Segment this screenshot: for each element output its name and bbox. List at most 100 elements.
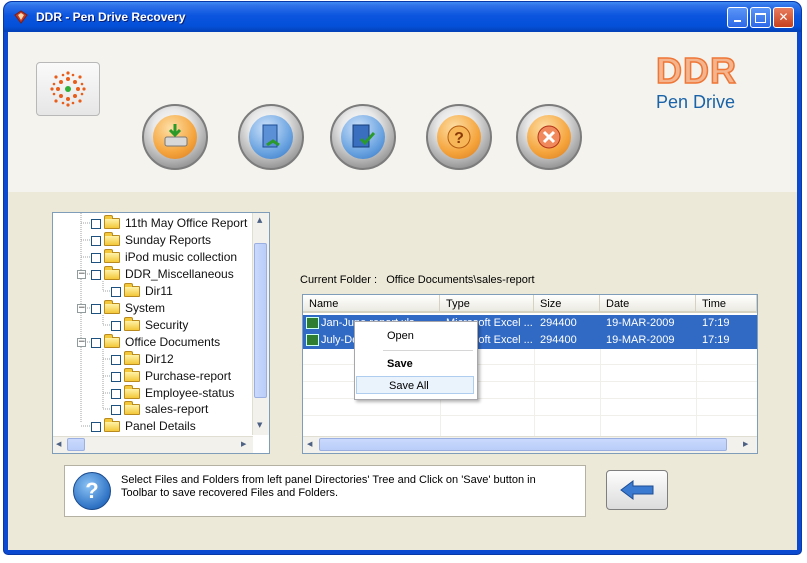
tree-item-label: sales-report	[145, 402, 209, 416]
open-door-icon	[262, 124, 280, 148]
scroll-left-icon[interactable]: ◀	[307, 440, 312, 448]
checkbox[interactable]	[91, 421, 101, 432]
tree-vertical-scrollbar[interactable]: ▲ ▼	[252, 213, 269, 435]
column-header-time[interactable]: Time	[696, 295, 757, 313]
menu-separator	[383, 350, 473, 351]
brand-name: DDR	[655, 50, 737, 91]
tree-item[interactable]: Security	[111, 317, 188, 334]
checkbox[interactable]	[111, 354, 121, 365]
column-header-date[interactable]: Date	[600, 295, 696, 313]
tree-item[interactable]: iPod music collection	[91, 249, 237, 266]
folder-icon	[124, 317, 140, 332]
folder-icon	[104, 215, 120, 230]
open-folder-icon	[124, 401, 140, 416]
column-header-type[interactable]: Type	[440, 295, 534, 313]
folder-icon	[104, 249, 120, 264]
tree-item-selected[interactable]: sales-report	[111, 401, 208, 418]
close-icon: ✕	[778, 10, 789, 24]
directory-tree[interactable]: − − − 11th May Office Report Sunday Repo…	[52, 212, 270, 454]
scroll-left-icon[interactable]: ◀	[56, 440, 61, 448]
collapse-icon[interactable]: −	[77, 270, 86, 279]
tree-item[interactable]: DDR_Miscellaneous	[91, 266, 234, 283]
checkbox[interactable]	[91, 218, 101, 229]
menu-item-save-all[interactable]: Save All	[356, 376, 474, 394]
checkbox[interactable]	[91, 269, 101, 280]
exit-toolbar-button[interactable]	[516, 104, 582, 170]
save-toolbar-button[interactable]	[142, 104, 208, 170]
scroll-right-icon[interactable]: ▶	[743, 440, 748, 448]
scroll-right-icon[interactable]: ▶	[241, 440, 246, 448]
tree-item-label: System	[125, 301, 166, 315]
checkbox[interactable]	[91, 337, 101, 348]
question-icon: ?	[447, 125, 471, 149]
help-toolbar-button[interactable]: ?	[426, 104, 492, 170]
folder-icon	[124, 351, 140, 366]
tree-item[interactable]: Purchase-report	[111, 368, 231, 385]
tree-item[interactable]: Office Documents	[91, 334, 220, 351]
view-toolbar-button[interactable]	[330, 104, 396, 170]
current-folder-path: Office Documents\sales-report	[386, 274, 535, 286]
list-horizontal-scrollbar[interactable]: ◀ ▶	[303, 436, 757, 453]
tree-item-label: Panel Details	[125, 419, 196, 433]
checkbox[interactable]	[111, 404, 121, 415]
grid-line	[303, 415, 757, 416]
tree-item-label: Office Documents	[125, 335, 221, 349]
close-button[interactable]: ✕	[773, 7, 794, 28]
logo-star-icon	[50, 71, 86, 107]
folder-icon	[104, 334, 120, 349]
folder-icon	[104, 418, 120, 433]
scroll-thumb[interactable]	[254, 243, 267, 398]
tree-item[interactable]: Employee-status	[111, 385, 234, 402]
tree-item[interactable]: Sunday Reports	[91, 232, 211, 249]
client-area: DDR Pen Drive ? − − − 11th May Office Re…	[8, 32, 797, 550]
back-button[interactable]	[606, 470, 668, 510]
file-size: 294400	[540, 317, 577, 329]
title-bar[interactable]: DDR - Pen Drive Recovery ✕	[4, 2, 801, 32]
tree-item[interactable]: Dir12	[111, 351, 174, 368]
open-toolbar-button[interactable]	[238, 104, 304, 170]
checkbox[interactable]	[111, 371, 121, 382]
collapse-icon[interactable]: −	[77, 338, 86, 347]
context-menu: Open Save Save All	[354, 321, 478, 400]
scroll-down-icon[interactable]: ▼	[257, 421, 262, 429]
app-window: DDR - Pen Drive Recovery ✕ DDR Pen Drive…	[4, 2, 801, 554]
tree-item-label: Dir12	[145, 352, 174, 366]
current-folder: Current Folder : Office Documents\sales-…	[300, 274, 535, 286]
tree-item[interactable]: Dir11	[111, 283, 173, 300]
folder-icon	[104, 266, 120, 281]
file-date: 19-MAR-2009	[606, 317, 675, 329]
tree-horizontal-scrollbar[interactable]: ◀ ▶	[53, 436, 253, 453]
checkbox[interactable]	[91, 235, 101, 246]
minimize-button[interactable]	[727, 7, 748, 28]
folder-icon	[104, 232, 120, 247]
minimize-icon	[734, 19, 741, 22]
file-time: 17:19	[702, 334, 730, 346]
tree-item[interactable]: System	[91, 300, 165, 317]
folder-icon	[124, 368, 140, 383]
checkbox[interactable]	[111, 286, 121, 297]
file-time: 17:19	[702, 317, 730, 329]
tree-item-label: Sunday Reports	[125, 233, 212, 247]
file-date: 19-MAR-2009	[606, 334, 675, 346]
folder-icon	[124, 385, 140, 400]
checkbox[interactable]	[111, 320, 121, 331]
column-header-size[interactable]: Size	[534, 295, 600, 313]
checkbox[interactable]	[111, 388, 121, 399]
status-text: Select Files and Folders from left panel…	[121, 474, 536, 499]
checkbox[interactable]	[91, 303, 101, 314]
tree-item[interactable]: 11th May Office Report	[91, 215, 247, 232]
checkbox[interactable]	[91, 252, 101, 263]
menu-item-save[interactable]: Save	[355, 355, 477, 373]
help-circle-icon[interactable]: ?	[73, 472, 111, 510]
status-box: ? Select Files and Folders from left pan…	[64, 465, 586, 517]
scroll-thumb[interactable]	[67, 438, 85, 451]
logo	[36, 62, 100, 116]
menu-item-open[interactable]: Open	[355, 327, 477, 345]
book-check-icon	[352, 124, 376, 148]
maximize-button[interactable]	[750, 7, 771, 28]
column-header-name[interactable]: Name	[303, 295, 440, 313]
scroll-up-icon[interactable]: ▲	[257, 216, 262, 224]
scroll-thumb[interactable]	[319, 438, 727, 451]
tree-item[interactable]: Panel Details	[91, 418, 196, 435]
collapse-icon[interactable]: −	[77, 304, 86, 313]
